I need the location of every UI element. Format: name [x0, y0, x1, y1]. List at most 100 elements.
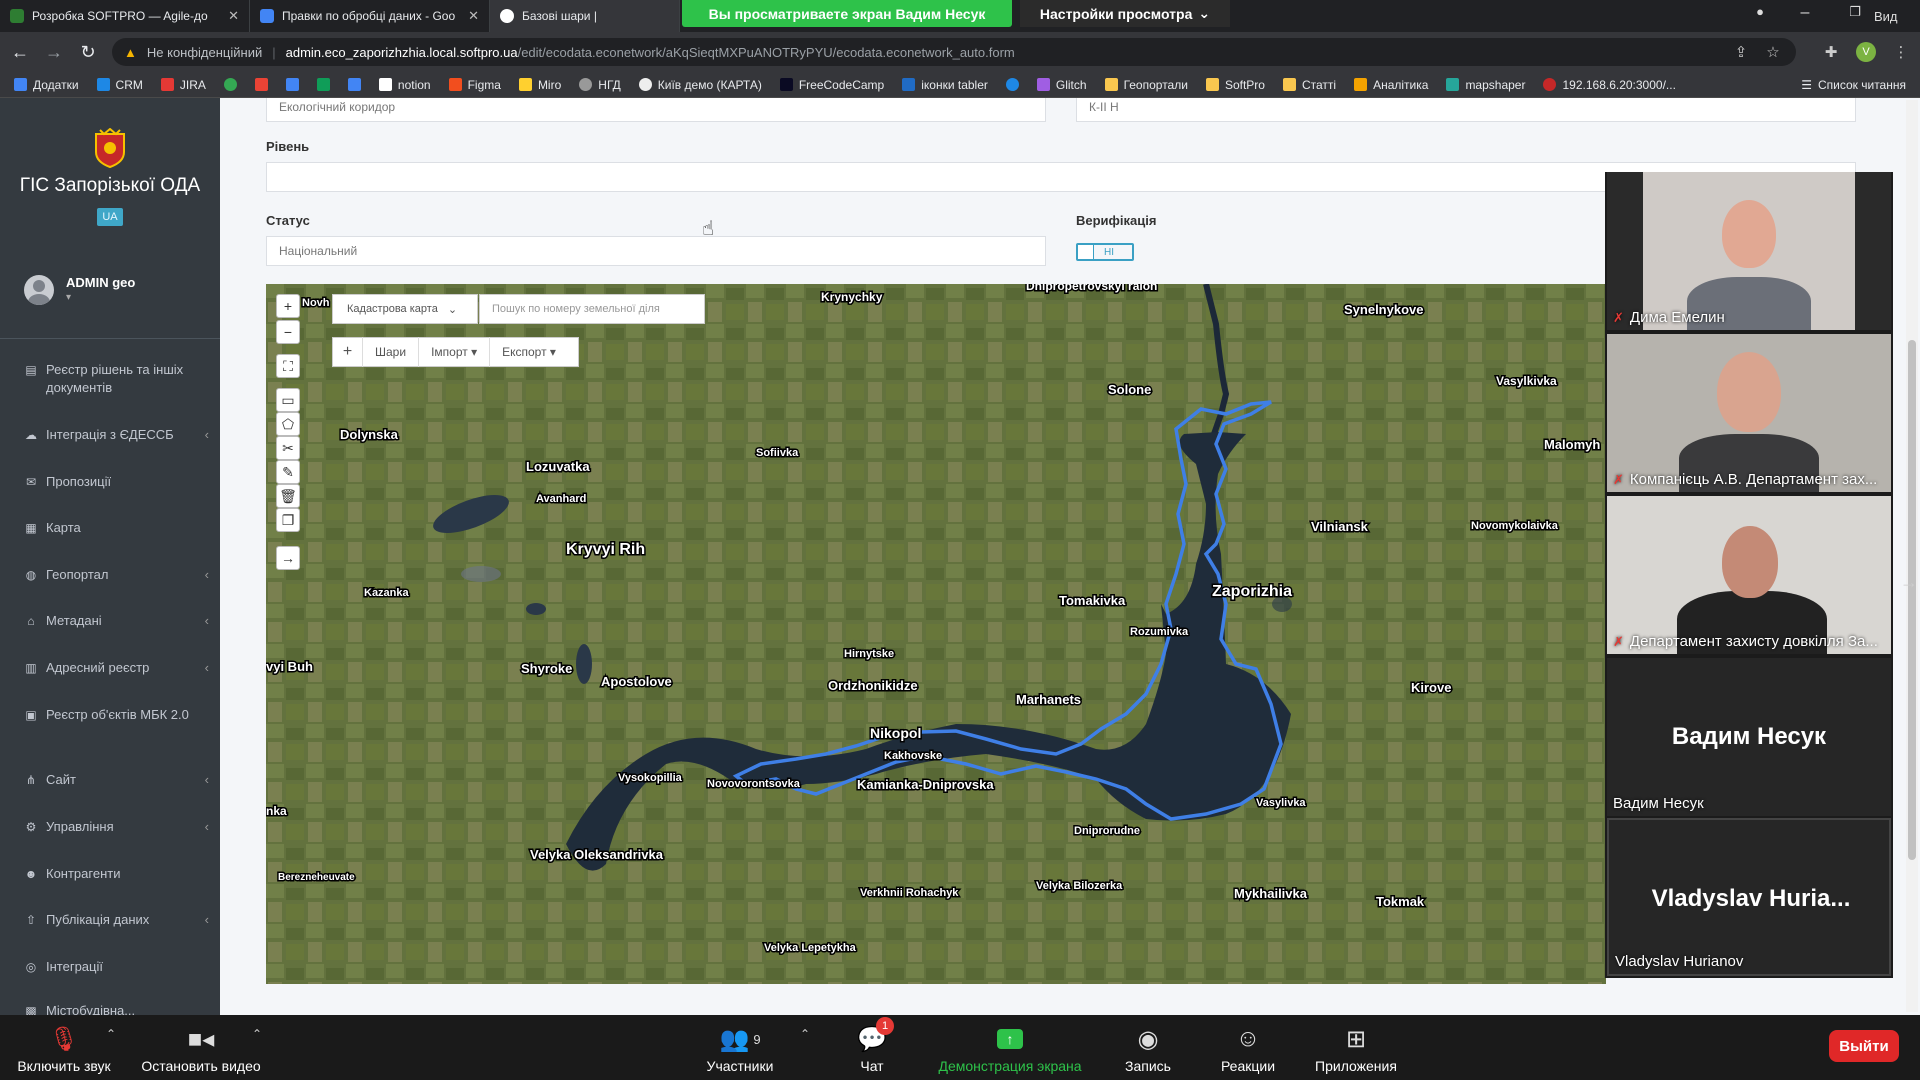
- browser-tab-1[interactable]: Розробка SOFTPRO — Agile-до ✕: [0, 0, 250, 32]
- bookmark-freecodecamp[interactable]: FreeCodeCamp: [779, 78, 884, 92]
- account-icon[interactable]: ●: [1745, 4, 1775, 19]
- cut-icon[interactable]: ✂: [276, 436, 300, 460]
- sidebar-item-map[interactable]: ▦ Карта: [24, 519, 209, 537]
- bookmark-crm[interactable]: CRM: [96, 78, 143, 92]
- sidebar-item-registry[interactable]: ▤ Реєстр рішень та іншіх документів: [24, 361, 209, 397]
- bookmark-miro[interactable]: Miro: [518, 78, 561, 92]
- export-dropdown[interactable]: Експорт ▾: [490, 337, 568, 367]
- layers-button[interactable]: Шари: [363, 337, 420, 367]
- delete-icon[interactable]: 🗑: [276, 484, 300, 508]
- restore-icon[interactable]: ❐: [1840, 4, 1870, 20]
- star-icon[interactable]: ☆: [1762, 43, 1784, 61]
- bookmark-analytics[interactable]: Аналітика: [1354, 78, 1428, 92]
- status-select[interactable]: Національний: [266, 236, 1046, 266]
- bookmark-geoportals[interactable]: Геопортали: [1104, 78, 1188, 92]
- chevron-up-icon[interactable]: ⌃: [252, 1027, 262, 1041]
- sidebar-item-metadata[interactable]: ⌂ Метадані ‹: [24, 612, 209, 630]
- sidebar-item-proposals[interactable]: ✉ Пропозиції: [24, 473, 209, 491]
- sidebar-item-mbk-registry[interactable]: ▣ Реєстр об'єктів МБК 2.0: [24, 706, 209, 724]
- apps-button[interactable]: ⊞ Приложения: [1306, 1025, 1406, 1075]
- participants-button[interactable]: 👥 9 Участники: [700, 1025, 780, 1075]
- satellite-map[interactable]: Krynychky Dnipropetrovskyi raion Synelny…: [266, 284, 1606, 984]
- sidebar-item-urban-planning[interactable]: ▩ Містобудівна...: [24, 1002, 209, 1015]
- add-layer-button[interactable]: +: [333, 337, 363, 367]
- video-tile-1[interactable]: ✗ Дима Емелин: [1607, 172, 1891, 330]
- bookmark-ngd[interactable]: НГД: [579, 78, 621, 92]
- extensions-icon[interactable]: ✚: [1820, 43, 1842, 61]
- code-field[interactable]: К-ІІ Н: [1076, 98, 1856, 122]
- reactions-button[interactable]: ☺ Реакции: [1212, 1025, 1284, 1074]
- profile-avatar[interactable]: V: [1856, 42, 1876, 62]
- bookmark-kyiv-demo[interactable]: Київ демо (КАРТА): [638, 78, 762, 92]
- arrow-right-icon[interactable]: →: [276, 546, 300, 570]
- corridor-field[interactable]: Екологічний коридор: [266, 98, 1046, 122]
- bookmark-glitch[interactable]: Glitch: [1036, 78, 1087, 92]
- bookmark-figma[interactable]: Figma: [448, 78, 501, 92]
- close-icon[interactable]: ✕: [228, 8, 239, 24]
- minimize-icon[interactable]: –: [1790, 4, 1820, 22]
- zoom-out-button[interactable]: −: [276, 320, 300, 344]
- bookmark-notion[interactable]: notion: [378, 78, 431, 92]
- share-screen-button[interactable]: ↑ Демонстрация экрана: [925, 1025, 1095, 1074]
- reading-list[interactable]: ☰ Список читання: [1801, 78, 1906, 92]
- draw-polygon-icon[interactable]: ⬠: [276, 412, 300, 436]
- scrollbar-thumb[interactable]: [1908, 340, 1916, 860]
- close-icon[interactable]: ✕: [468, 8, 479, 24]
- bookmark-tabler[interactable]: іконки tabler: [902, 78, 988, 92]
- bookmark-softpro[interactable]: SoftPro: [1205, 78, 1265, 92]
- unmute-button[interactable]: 🎙 Включить звук: [12, 1025, 116, 1075]
- edit-icon[interactable]: ✎: [276, 460, 300, 484]
- bookmark-docs[interactable]: [347, 78, 361, 91]
- video-tile-3[interactable]: ✗ Департамент захисту довкілля За...: [1607, 496, 1891, 654]
- bookmark-maps[interactable]: [223, 78, 237, 91]
- share-icon[interactable]: ⇪: [1730, 43, 1752, 61]
- chevron-up-icon[interactable]: ⌃: [106, 1027, 116, 1041]
- browser-tab-3[interactable]: Базові шари |: [490, 0, 680, 32]
- video-tile-5[interactable]: Vladyslav Huria... Vladyslav Hurianov: [1607, 818, 1891, 976]
- url-input[interactable]: ▲ Не конфіденційний | admin.eco_zaporizh…: [112, 38, 1796, 66]
- view-options-button[interactable]: Настройки просмотра ⌄: [1020, 0, 1230, 27]
- reload-icon[interactable]: ↻: [78, 42, 98, 63]
- bookmark-mapshaper[interactable]: mapshaper: [1446, 78, 1525, 92]
- bookmark-apps[interactable]: Додатки: [14, 78, 79, 92]
- verification-toggle[interactable]: НІ: [1076, 243, 1134, 261]
- sidebar-item-data-publication[interactable]: ⇧ Публікація даних ‹: [24, 911, 209, 929]
- parcel-search-input[interactable]: Пошук по номеру земельної діля: [479, 294, 705, 324]
- bookmark-sheets[interactable]: [316, 78, 330, 91]
- leave-button[interactable]: Выйти: [1829, 1030, 1899, 1062]
- stop-video-button[interactable]: ■◂ Остановить видео: [136, 1025, 266, 1075]
- zoom-in-button[interactable]: +: [276, 294, 300, 318]
- browser-tab-2[interactable]: Правки по обробці даних - Goo ✕: [250, 0, 490, 32]
- chevron-up-icon[interactable]: ⌃: [800, 1027, 810, 1041]
- layer-select[interactable]: Кадастрова карта ⌄: [332, 294, 478, 324]
- sidebar-item-address-registry[interactable]: ▥ Адресний реєстр ‹: [24, 659, 209, 677]
- map-view[interactable]: Krynychky Dnipropetrovskyi raion Synelny…: [266, 284, 1606, 984]
- draw-rectangle-icon[interactable]: ▭: [276, 388, 300, 412]
- video-tile-2[interactable]: ✗ Компанієць А.В. Департамент зах...: [1607, 334, 1891, 492]
- sidebar-item-geoportal[interactable]: ◍ Геопортал ‹: [24, 566, 209, 584]
- page-scrollbar[interactable]: [1906, 100, 1918, 1012]
- sidebar-item-integration-edessb[interactable]: ☁ Інтеграція з ЄДЕССБ ‹: [24, 426, 209, 444]
- bookmark-articles[interactable]: Статті: [1282, 78, 1336, 92]
- video-tile-4[interactable]: Вадим Несук Вадим Несук: [1607, 658, 1891, 816]
- import-dropdown[interactable]: Імпорт ▾: [419, 337, 491, 367]
- bookmark-translate[interactable]: [285, 78, 299, 91]
- copy-icon[interactable]: ❐: [276, 508, 300, 532]
- chevron-left-icon: ‹: [204, 912, 209, 927]
- bookmark-jira[interactable]: JIRA: [160, 78, 206, 92]
- sidebar-item-counterparties[interactable]: ☻ Контрагенти: [24, 865, 209, 883]
- bookmark-local[interactable]: 192.168.6.20:3000/...: [1543, 78, 1676, 92]
- sidebar-item-site[interactable]: ⋔ Сайт ‹: [24, 771, 209, 789]
- gallery-next-icon[interactable]: →: [1900, 572, 1918, 593]
- back-icon[interactable]: ←: [10, 42, 30, 63]
- sidebar-item-management[interactable]: ⚙ Управління ‹: [24, 818, 209, 836]
- forward-icon[interactable]: →: [44, 42, 64, 63]
- record-button[interactable]: ◉ Запись: [1118, 1025, 1178, 1075]
- fullscreen-icon[interactable]: ⛶: [276, 354, 300, 378]
- menu-dots-icon[interactable]: ⋮: [1890, 43, 1912, 61]
- bookmark-gmail[interactable]: [254, 78, 268, 91]
- language-badge[interactable]: UA: [97, 208, 123, 226]
- user-panel[interactable]: ADMIN geo ▾: [24, 275, 204, 315]
- bookmark-glitch-globe[interactable]: [1005, 78, 1019, 91]
- sidebar-item-integrations[interactable]: ◎ Інтеграції: [24, 958, 209, 976]
